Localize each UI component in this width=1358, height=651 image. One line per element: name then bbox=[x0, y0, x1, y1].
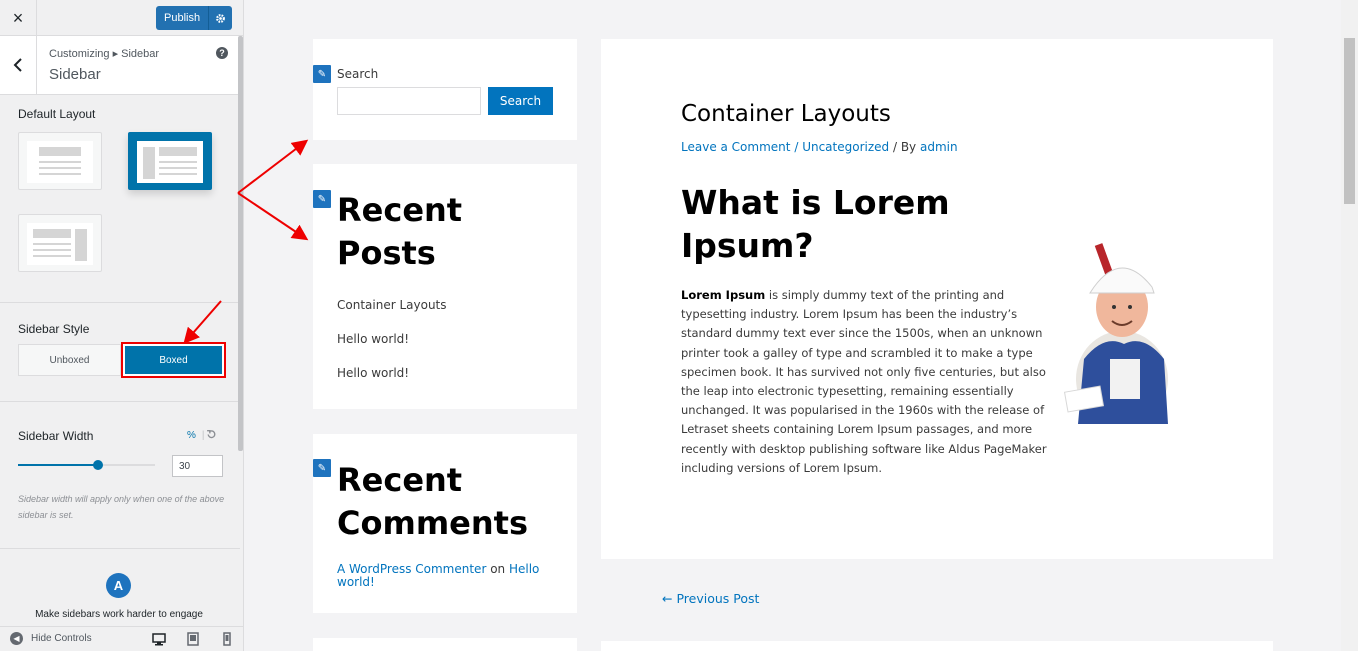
pencil-icon[interactable]: ✎ bbox=[313, 190, 331, 208]
section-header: Customizing ▸ Sidebar Sidebar ? bbox=[0, 36, 243, 95]
author-link[interactable]: admin bbox=[920, 140, 958, 154]
desktop-icon[interactable] bbox=[152, 632, 166, 646]
divider bbox=[0, 401, 240, 402]
recent-comments-title: Recent Comments bbox=[337, 461, 528, 542]
pencil-icon[interactable]: ✎ bbox=[313, 459, 331, 477]
collapse-icon: ◀ bbox=[10, 632, 23, 645]
hide-controls-button[interactable]: ◀ Hide Controls bbox=[10, 632, 92, 645]
width-input[interactable] bbox=[172, 455, 223, 477]
width-description: Sidebar width will apply only when one o… bbox=[18, 494, 225, 520]
worker-image bbox=[1064, 243, 1168, 424]
mobile-icon[interactable] bbox=[220, 632, 234, 646]
search-input[interactable] bbox=[337, 87, 481, 115]
publish-group: Publish bbox=[156, 6, 233, 30]
gear-icon[interactable] bbox=[208, 6, 233, 30]
scrollbar[interactable] bbox=[238, 36, 243, 451]
default-layout-label: Default Layout bbox=[18, 107, 96, 121]
recent-posts-widget: ✎ Recent Posts Container Layouts Hello w… bbox=[313, 164, 577, 409]
close-icon[interactable]: × bbox=[0, 0, 37, 36]
comment-entry: A WordPress Commenter on Hello world! bbox=[337, 563, 557, 589]
tablet-icon[interactable] bbox=[186, 632, 200, 646]
unit-label: % bbox=[187, 430, 196, 441]
recent-comments-widget: ✎ Recent Comments A WordPress Commenter … bbox=[313, 434, 577, 613]
slider-fill bbox=[18, 464, 98, 466]
preview-scrollbar[interactable] bbox=[1341, 0, 1358, 651]
search-widget: ✎ Search Search bbox=[313, 39, 577, 140]
unit-selector[interactable]: % | bbox=[187, 430, 205, 441]
category-link[interactable]: Uncategorized bbox=[802, 140, 889, 154]
hide-controls-label: Hide Controls bbox=[31, 633, 92, 644]
divider bbox=[0, 548, 240, 549]
scroll-thumb[interactable] bbox=[1344, 38, 1355, 204]
search-button[interactable]: Search bbox=[488, 87, 553, 115]
article-body: Lorem Ipsum is simply dummy text of the … bbox=[681, 286, 1059, 478]
promo-text: Make sidebars work harder to engage bbox=[35, 609, 203, 620]
divider bbox=[0, 302, 240, 303]
recent-posts-title: Recent Posts bbox=[337, 191, 463, 272]
layout-left-sidebar[interactable] bbox=[128, 132, 212, 190]
reset-icon[interactable] bbox=[206, 429, 217, 443]
sidebar-width-label: Sidebar Width bbox=[18, 429, 94, 443]
site-preview: ✎ Search Search ✎ Recent Posts Container… bbox=[244, 0, 1358, 651]
style-boxed-button[interactable]: Boxed bbox=[120, 342, 227, 378]
comment-author-link[interactable]: A WordPress Commenter bbox=[337, 562, 486, 576]
sidebar-style-label: Sidebar Style bbox=[18, 322, 90, 336]
post-link[interactable]: Container Layouts bbox=[337, 298, 447, 312]
post-link[interactable]: Hello world! bbox=[337, 366, 409, 380]
article-heading: What is Lorem Ipsum? bbox=[681, 183, 950, 265]
customizer-panel: × Publish Customizing ▸ Sidebar Sidebar … bbox=[0, 0, 244, 651]
comment-link[interactable]: Leave a Comment bbox=[681, 140, 790, 154]
body-text: is simply dummy text of the printing and… bbox=[681, 288, 1047, 475]
customizer-footer: ◀ Hide Controls bbox=[0, 626, 243, 651]
pencil-icon[interactable]: ✎ bbox=[313, 65, 331, 83]
post-link[interactable]: Hello world! bbox=[337, 332, 409, 346]
width-slider[interactable] bbox=[18, 460, 155, 470]
meta-by: / By bbox=[892, 140, 917, 154]
article-card: Container Layouts Leave a Comment / Unca… bbox=[601, 39, 1273, 559]
section-title: Sidebar bbox=[49, 66, 101, 83]
next-card-partial bbox=[601, 641, 1273, 651]
post-meta: Leave a Comment / Uncategorized / By adm… bbox=[681, 140, 958, 154]
publish-button[interactable]: Publish bbox=[156, 6, 209, 30]
help-icon[interactable]: ? bbox=[216, 47, 228, 59]
post-title: Container Layouts bbox=[681, 101, 891, 127]
astra-logo: A bbox=[106, 573, 131, 598]
back-icon[interactable] bbox=[0, 36, 37, 94]
layout-right-sidebar[interactable] bbox=[18, 214, 102, 272]
comment-on: on bbox=[490, 562, 506, 576]
breadcrumb: Customizing ▸ Sidebar bbox=[49, 48, 160, 60]
layout-no-sidebar[interactable] bbox=[18, 132, 102, 190]
meta-separator: / bbox=[794, 140, 799, 154]
lead-bold: Lorem Ipsum bbox=[681, 288, 766, 302]
sidebar-style-toggle: Unboxed Boxed bbox=[18, 342, 227, 378]
search-label: Search bbox=[337, 67, 379, 81]
slider-thumb[interactable] bbox=[93, 460, 103, 470]
style-unboxed-button[interactable]: Unboxed bbox=[18, 344, 121, 376]
widget-partial bbox=[313, 638, 577, 651]
previous-post-link[interactable]: ← Previous Post bbox=[662, 591, 759, 606]
customizer-topbar: × Publish bbox=[0, 0, 243, 36]
